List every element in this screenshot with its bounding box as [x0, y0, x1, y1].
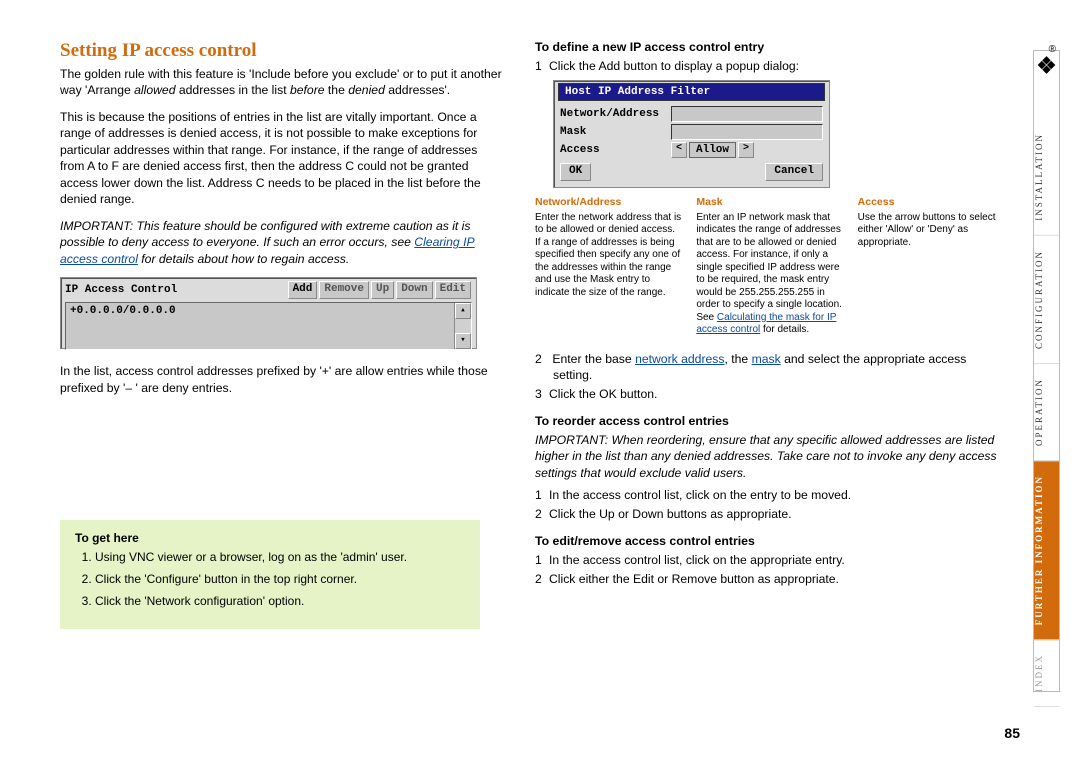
tgh-step-3: Click the 'Network configuration' option…: [95, 593, 465, 609]
scroll-down-arrow[interactable]: ▾: [455, 333, 471, 349]
to-get-here-heading: To get here: [75, 531, 465, 545]
scroll-up-arrow[interactable]: ▴: [455, 303, 471, 319]
scrollbar[interactable]: ▴ ▾: [454, 303, 471, 349]
def-txt-access: Use the arrow buttons to select either '…: [858, 212, 1005, 250]
nav-operation[interactable]: OPERATION: [1034, 364, 1059, 461]
link-mask[interactable]: mask: [752, 352, 781, 366]
hd-edit-remove: To edit/remove access control entries: [535, 534, 1005, 548]
remove-button[interactable]: Remove: [319, 281, 369, 299]
define-step-3: 3Click the OK button.: [535, 386, 1005, 402]
define-step-1: 1Click the Add button to display a popup…: [535, 58, 1005, 74]
up-button[interactable]: Up: [371, 281, 394, 299]
def-txt-network-address: Enter the network address that is to be …: [535, 212, 682, 300]
para-explanation: This is because the positions of entries…: [60, 109, 505, 208]
ip-list[interactable]: +0.0.0.0/0.0.0.0 ▴ ▾: [65, 302, 472, 350]
host-dialog-title: Host IP Address Filter: [558, 83, 825, 101]
host-ip-filter-dialog: Host IP Address Filter Network/Address M…: [553, 80, 830, 188]
edit-step-1: 1In the access control list, click on th…: [535, 552, 1005, 568]
tgh-step-1: Using VNC viewer or a browser, log on as…: [95, 549, 465, 565]
para-prefix-note: In the list, access control addresses pr…: [60, 363, 505, 396]
logo-icon: [1034, 51, 1059, 79]
link-network-address[interactable]: network address: [635, 352, 724, 366]
reorder-step-1: 1In the access control list, click on th…: [535, 487, 1005, 503]
ok-button[interactable]: OK: [560, 163, 591, 181]
edit-step-2: 2Click either the Edit or Remove button …: [535, 571, 1005, 587]
def-hd-network-address: Network/Address: [535, 196, 682, 209]
input-mask[interactable]: [671, 124, 823, 140]
input-network-address[interactable]: [671, 106, 823, 122]
def-hd-access: Access: [858, 196, 1005, 209]
add-button[interactable]: Add: [288, 281, 318, 299]
to-get-here-box: To get here Using VNC viewer or a browse…: [60, 520, 480, 629]
nav-index[interactable]: INDEX: [1034, 640, 1059, 707]
define-step-2: 2 Enter the base network address, the ma…: [535, 351, 1005, 384]
tgh-step-2: Click the 'Configure' button in the top …: [95, 571, 465, 587]
page-heading: Setting IP access control: [60, 40, 505, 62]
page-number: 85: [1004, 725, 1020, 741]
registered-mark: ®: [1049, 44, 1056, 55]
ip-access-control-panel: IP Access Control Add Remove Up Down Edi…: [60, 277, 477, 349]
nav-further-information[interactable]: FURTHER INFORMATION: [1034, 461, 1059, 640]
ip-entry[interactable]: +0.0.0.0/0.0.0.0: [70, 305, 176, 317]
nav-configuration[interactable]: CONFIGURATION: [1034, 236, 1059, 364]
down-button[interactable]: Down: [396, 281, 432, 299]
def-txt-mask: Enter an IP network mask that indicates …: [696, 212, 843, 337]
edit-button[interactable]: Edit: [435, 281, 471, 299]
access-value: Allow: [689, 142, 736, 158]
def-hd-mask: Mask: [696, 196, 843, 209]
reorder-important: IMPORTANT: When reordering, ensure that …: [535, 432, 1005, 481]
label-network-address: Network/Address: [560, 108, 665, 120]
hd-reorder: To reorder access control entries: [535, 414, 1005, 428]
nav-installation[interactable]: INSTALLATION: [1034, 119, 1059, 236]
label-mask: Mask: [560, 126, 665, 138]
access-next-arrow[interactable]: >: [738, 142, 754, 158]
side-nav: INSTALLATION CONFIGURATION OPERATION FUR…: [1033, 50, 1060, 692]
reorder-step-2: 2Click the Up or Down buttons as appropr…: [535, 506, 1005, 522]
label-access: Access: [560, 144, 665, 156]
hd-define-entry: To define a new IP access control entry: [535, 40, 1005, 54]
para-golden-rule: The golden rule with this feature is 'In…: [60, 66, 505, 99]
para-important: IMPORTANT: This feature should be config…: [60, 218, 505, 267]
ip-box-title: IP Access Control: [65, 284, 287, 296]
cancel-button[interactable]: Cancel: [765, 163, 823, 181]
access-prev-arrow[interactable]: <: [671, 142, 687, 158]
